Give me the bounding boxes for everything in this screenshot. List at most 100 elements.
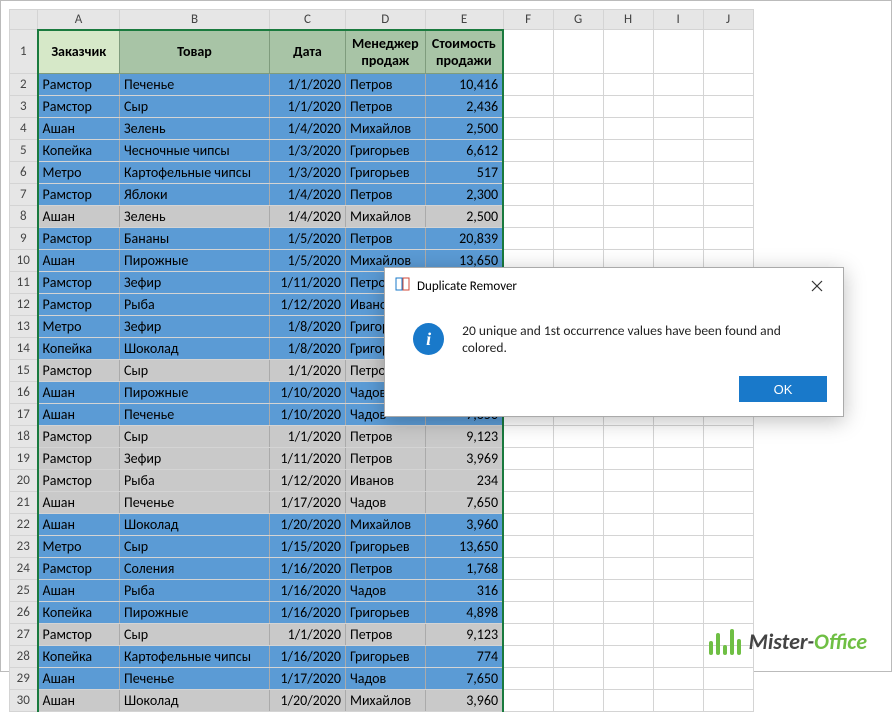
data-cell[interactable]: 1/10/2020 — [270, 381, 346, 403]
data-cell[interactable]: Зефир — [120, 315, 270, 337]
data-cell[interactable]: 13,650 — [425, 535, 503, 557]
row-header[interactable]: 30 — [10, 689, 38, 711]
data-cell[interactable]: Петров — [346, 73, 426, 95]
row-header[interactable]: 29 — [10, 667, 38, 689]
data-cell[interactable]: 1/4/2020 — [270, 183, 346, 205]
data-cell[interactable]: Михайлов — [346, 117, 426, 139]
data-cell[interactable]: Михайлов — [346, 205, 426, 227]
data-cell[interactable]: Григорьев — [346, 645, 426, 667]
empty-cell[interactable] — [603, 535, 653, 557]
column-header-G[interactable]: G — [553, 10, 603, 30]
data-cell[interactable]: Ашан — [38, 689, 120, 711]
data-cell[interactable]: Михайлов — [346, 513, 426, 535]
data-cell[interactable]: Чадов — [346, 579, 426, 601]
data-cell[interactable]: Петров — [346, 183, 426, 205]
empty-cell[interactable] — [703, 161, 753, 183]
column-header-A[interactable]: A — [38, 10, 120, 30]
data-cell[interactable]: 1/1/2020 — [270, 359, 346, 381]
empty-cell[interactable] — [703, 95, 753, 117]
data-cell[interactable]: Бананы — [120, 227, 270, 249]
data-cell[interactable]: 2,300 — [425, 183, 503, 205]
row-header[interactable]: 25 — [10, 579, 38, 601]
data-cell[interactable]: Григорьев — [346, 139, 426, 161]
data-cell[interactable]: 1/4/2020 — [270, 117, 346, 139]
empty-cell[interactable] — [503, 491, 553, 513]
data-cell[interactable]: Рыба — [120, 293, 270, 315]
table-header[interactable]: Менеджер продаж — [346, 30, 426, 74]
data-cell[interactable]: 7,650 — [425, 667, 503, 689]
data-cell[interactable]: 1/1/2020 — [270, 623, 346, 645]
empty-cell[interactable] — [503, 161, 553, 183]
row-header[interactable]: 22 — [10, 513, 38, 535]
empty-cell[interactable] — [603, 557, 653, 579]
empty-cell[interactable] — [553, 95, 603, 117]
data-cell[interactable]: Петров — [346, 425, 426, 447]
row-header[interactable]: 15 — [10, 359, 38, 381]
row-header[interactable]: 8 — [10, 205, 38, 227]
data-cell[interactable]: Ашан — [38, 513, 120, 535]
empty-cell[interactable] — [703, 513, 753, 535]
empty-cell[interactable] — [603, 513, 653, 535]
data-cell[interactable]: 9,123 — [425, 623, 503, 645]
data-cell[interactable]: 1/16/2020 — [270, 601, 346, 623]
empty-cell[interactable] — [703, 205, 753, 227]
data-cell[interactable]: Ашан — [38, 117, 120, 139]
data-cell[interactable]: Рамстор — [38, 623, 120, 645]
row-header[interactable]: 24 — [10, 557, 38, 579]
data-cell[interactable]: Рыба — [120, 579, 270, 601]
data-cell[interactable]: 316 — [425, 579, 503, 601]
data-cell[interactable]: Петров — [346, 557, 426, 579]
empty-cell[interactable] — [503, 447, 553, 469]
empty-cell[interactable] — [603, 117, 653, 139]
data-cell[interactable]: Копейка — [38, 645, 120, 667]
empty-cell[interactable] — [703, 425, 753, 447]
empty-cell[interactable] — [603, 689, 653, 711]
column-header-J[interactable]: J — [703, 10, 753, 30]
data-cell[interactable]: Григорьев — [346, 161, 426, 183]
data-cell[interactable]: 1/10/2020 — [270, 403, 346, 425]
data-cell[interactable]: Соления — [120, 557, 270, 579]
data-cell[interactable]: 1/3/2020 — [270, 161, 346, 183]
empty-cell[interactable] — [653, 117, 703, 139]
empty-cell[interactable] — [503, 623, 553, 645]
data-cell[interactable]: Сыр — [120, 359, 270, 381]
empty-cell[interactable] — [553, 205, 603, 227]
data-cell[interactable]: Яблоки — [120, 183, 270, 205]
empty-cell[interactable] — [503, 30, 553, 74]
empty-cell[interactable] — [653, 535, 703, 557]
column-header-F[interactable]: F — [503, 10, 553, 30]
empty-cell[interactable] — [503, 513, 553, 535]
data-cell[interactable]: Ашан — [38, 667, 120, 689]
empty-cell[interactable] — [653, 447, 703, 469]
data-cell[interactable]: Ашан — [38, 205, 120, 227]
empty-cell[interactable] — [503, 205, 553, 227]
empty-cell[interactable] — [653, 161, 703, 183]
data-cell[interactable]: Чесночные чипсы — [120, 139, 270, 161]
data-cell[interactable]: 1/17/2020 — [270, 667, 346, 689]
data-cell[interactable]: Зелень — [120, 205, 270, 227]
empty-cell[interactable] — [553, 183, 603, 205]
empty-cell[interactable] — [653, 667, 703, 689]
data-cell[interactable]: 2,436 — [425, 95, 503, 117]
data-cell[interactable]: 3,969 — [425, 447, 503, 469]
data-cell[interactable]: Рамстор — [38, 447, 120, 469]
empty-cell[interactable] — [503, 227, 553, 249]
empty-cell[interactable] — [553, 161, 603, 183]
empty-cell[interactable] — [603, 30, 653, 74]
row-header[interactable]: 2 — [10, 73, 38, 95]
empty-cell[interactable] — [703, 667, 753, 689]
data-cell[interactable]: 1/1/2020 — [270, 425, 346, 447]
empty-cell[interactable] — [603, 491, 653, 513]
table-header[interactable]: Товар — [120, 30, 270, 74]
data-cell[interactable]: Печенье — [120, 491, 270, 513]
data-cell[interactable]: Метро — [38, 535, 120, 557]
data-cell[interactable]: Пирожные — [120, 249, 270, 271]
data-cell[interactable]: Петров — [346, 227, 426, 249]
empty-cell[interactable] — [653, 30, 703, 74]
empty-cell[interactable] — [503, 579, 553, 601]
data-cell[interactable]: Чадов — [346, 667, 426, 689]
row-header[interactable]: 13 — [10, 315, 38, 337]
row-header[interactable]: 6 — [10, 161, 38, 183]
data-cell[interactable]: 2,500 — [425, 117, 503, 139]
data-cell[interactable]: 1/5/2020 — [270, 227, 346, 249]
